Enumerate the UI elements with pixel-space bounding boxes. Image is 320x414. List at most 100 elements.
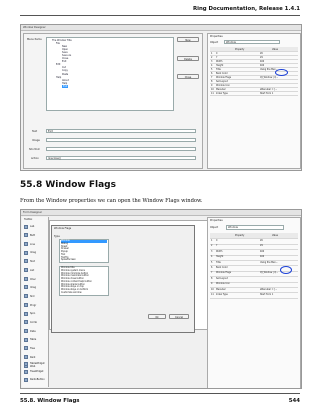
toolbox-item[interactable]: Chec — [22, 275, 46, 283]
row-number: 11 — [211, 91, 214, 95]
toolbox-item-label: Line — [30, 242, 35, 246]
property-value[interactable]: Qt_Window | Q... — [260, 271, 278, 274]
toolbox-item-label: RadioButton — [30, 378, 45, 382]
menu-tree[interactable]: The Window Title File New Open Save Save As Cl… — [46, 37, 174, 111]
widget-icon — [24, 302, 28, 307]
action-field-label: Action — [31, 157, 39, 160]
toolbox-bottom-item[interactable]: TreeWidget — [22, 368, 72, 376]
image-field[interactable] — [46, 138, 196, 142]
type-list[interactable]: Window Dialog Sheet Drawer Popup Tool ToolTip S… — [59, 239, 109, 263]
row-number: 5 — [211, 260, 213, 264]
property-value[interactable]: 29 — [260, 244, 263, 247]
properties-title: Properties — [210, 35, 223, 38]
toolbox-bottom-item[interactable]: TableWidget — [22, 360, 72, 368]
toolbox-item[interactable]: List — [22, 267, 46, 275]
footer-section: 55.8. Window Flags — [20, 398, 80, 404]
property-name: Title — [216, 260, 221, 264]
toolbox-item[interactable]: Table — [22, 336, 46, 344]
row-number: 9 — [211, 282, 213, 286]
object-select[interactable]: Window — [224, 40, 280, 44]
property-name: Height — [216, 255, 224, 259]
close-button[interactable]: Close — [177, 74, 199, 79]
type-option[interactable]: SplashScreen — [61, 259, 107, 262]
toolbox-item[interactable]: Slid — [22, 293, 46, 301]
row-number: 2 — [211, 244, 213, 248]
toolbox-item-label: TableWidget — [30, 362, 45, 366]
window-flags-title: Window Flags — [54, 227, 72, 230]
action-field[interactable]: lineclose() — [46, 156, 196, 160]
image-field-label: Image — [32, 139, 40, 142]
toolbox-item[interactable]: Butt — [22, 232, 46, 240]
window-flags-dialog: Window Flags Type Window Dialog Sheet Drawe… — [51, 225, 195, 333]
toolbox-item[interactable]: Spin — [22, 310, 46, 318]
property-name: Window Flags — [216, 271, 232, 275]
property-column-header: Property — [235, 233, 245, 237]
property-name: Window Icon — [216, 282, 230, 286]
highlight-circle-2 — [280, 266, 292, 274]
property-value[interactable]: 26 — [260, 239, 263, 242]
menu-editor-panel: Menu Items The Window Title File New Open Sa… — [23, 33, 203, 169]
widget-icon — [24, 337, 28, 342]
toolbox-item[interactable]: Text — [22, 258, 46, 266]
cancel-button[interactable]: Cancel — [169, 314, 189, 319]
section-title: 55.8 Window Flags — [20, 180, 116, 190]
property-row[interactable]: 11 Index Type Start from 1 — [210, 91, 298, 96]
window-hint-option[interactable]: Customize window — [61, 291, 107, 295]
properties-panel-2: Properties Object Window Property Value 1 X… — [207, 217, 301, 388]
widget-icon — [24, 346, 28, 351]
toolbox-item[interactable]: Progr — [22, 301, 46, 309]
ok-button[interactable]: Ok — [148, 314, 166, 319]
property-value[interactable]: Using the Men... — [260, 261, 278, 264]
menubar-designer-screenshot: Window Designer Menu Items The Window Ti… — [20, 24, 302, 171]
row-number: 8 — [211, 276, 213, 280]
toolbox-bottom-item[interactable]: RadioButton — [22, 376, 72, 384]
toolbox-item-label: Imag — [30, 251, 37, 255]
toolbox-item-label: Radi — [30, 355, 36, 359]
property-name: Index Type — [216, 292, 228, 296]
delete-button[interactable]: Delete — [177, 56, 199, 61]
window-hints-list[interactable]: Window title Window system menu Window min… — [59, 266, 109, 296]
text-field-label: Text — [32, 130, 38, 133]
property-value[interactable]: Start from 1 — [260, 293, 273, 296]
toolbox-item[interactable]: Tree — [22, 345, 46, 353]
toolbox-item-label: Imag — [30, 286, 37, 290]
toolbox-item-label: Text — [30, 260, 35, 264]
toolbox-item[interactable]: Lab — [22, 223, 46, 231]
page-header-title: Ring Documentation, Release 1.4.1 — [192, 6, 300, 12]
property-value[interactable]: Start from 1 — [260, 92, 273, 95]
toolbox-item[interactable]: Imag — [22, 284, 46, 292]
property-value[interactable]: 400 — [260, 250, 264, 253]
property-value[interactable]: 400 — [260, 255, 264, 258]
shortcut-field[interactable] — [46, 147, 196, 151]
object-select-2[interactable]: Window — [226, 225, 284, 230]
toolbox-item-label: Chec — [30, 277, 36, 281]
row-number: 11 — [211, 292, 214, 296]
property-value[interactable]: aMenubar = [... — [260, 288, 277, 291]
toolbox-item-label: Tree — [30, 347, 35, 351]
value-column-header: Value — [272, 233, 279, 237]
shortcut-field-label: Shortcut — [29, 148, 40, 151]
menu-tree-item[interactable]: Exit — [62, 84, 69, 88]
property-row[interactable]: 11 Index Type Start from 1 — [210, 292, 298, 299]
row-number: 10 — [211, 287, 214, 291]
toolbox-item[interactable]: Date — [22, 327, 46, 335]
menubar-label: Menu Items — [27, 38, 42, 41]
property-name: Index Type — [216, 91, 228, 95]
toolbox-item[interactable]: Line — [22, 240, 46, 248]
widget-icon — [24, 294, 28, 299]
widget-icon — [24, 241, 28, 246]
property-name: Width — [216, 249, 223, 253]
toolbox-item[interactable]: Comb — [22, 319, 46, 327]
row-number: 6 — [211, 265, 213, 269]
toolbox-item-label: Spin — [30, 312, 36, 316]
toolbox-item[interactable]: Imag — [22, 249, 46, 257]
new-button[interactable]: New — [177, 37, 199, 42]
row-number: 7 — [211, 271, 213, 275]
row-number: 1 — [211, 238, 213, 242]
toolbox-item-label: Comb — [30, 321, 37, 325]
toolbox-item-label: TreeWidget — [30, 370, 44, 374]
footer-divider — [20, 393, 300, 394]
widget-icon — [24, 224, 28, 229]
toolbox-title: ToolBox — [24, 217, 33, 221]
text-field[interactable]: Exit — [46, 129, 196, 133]
